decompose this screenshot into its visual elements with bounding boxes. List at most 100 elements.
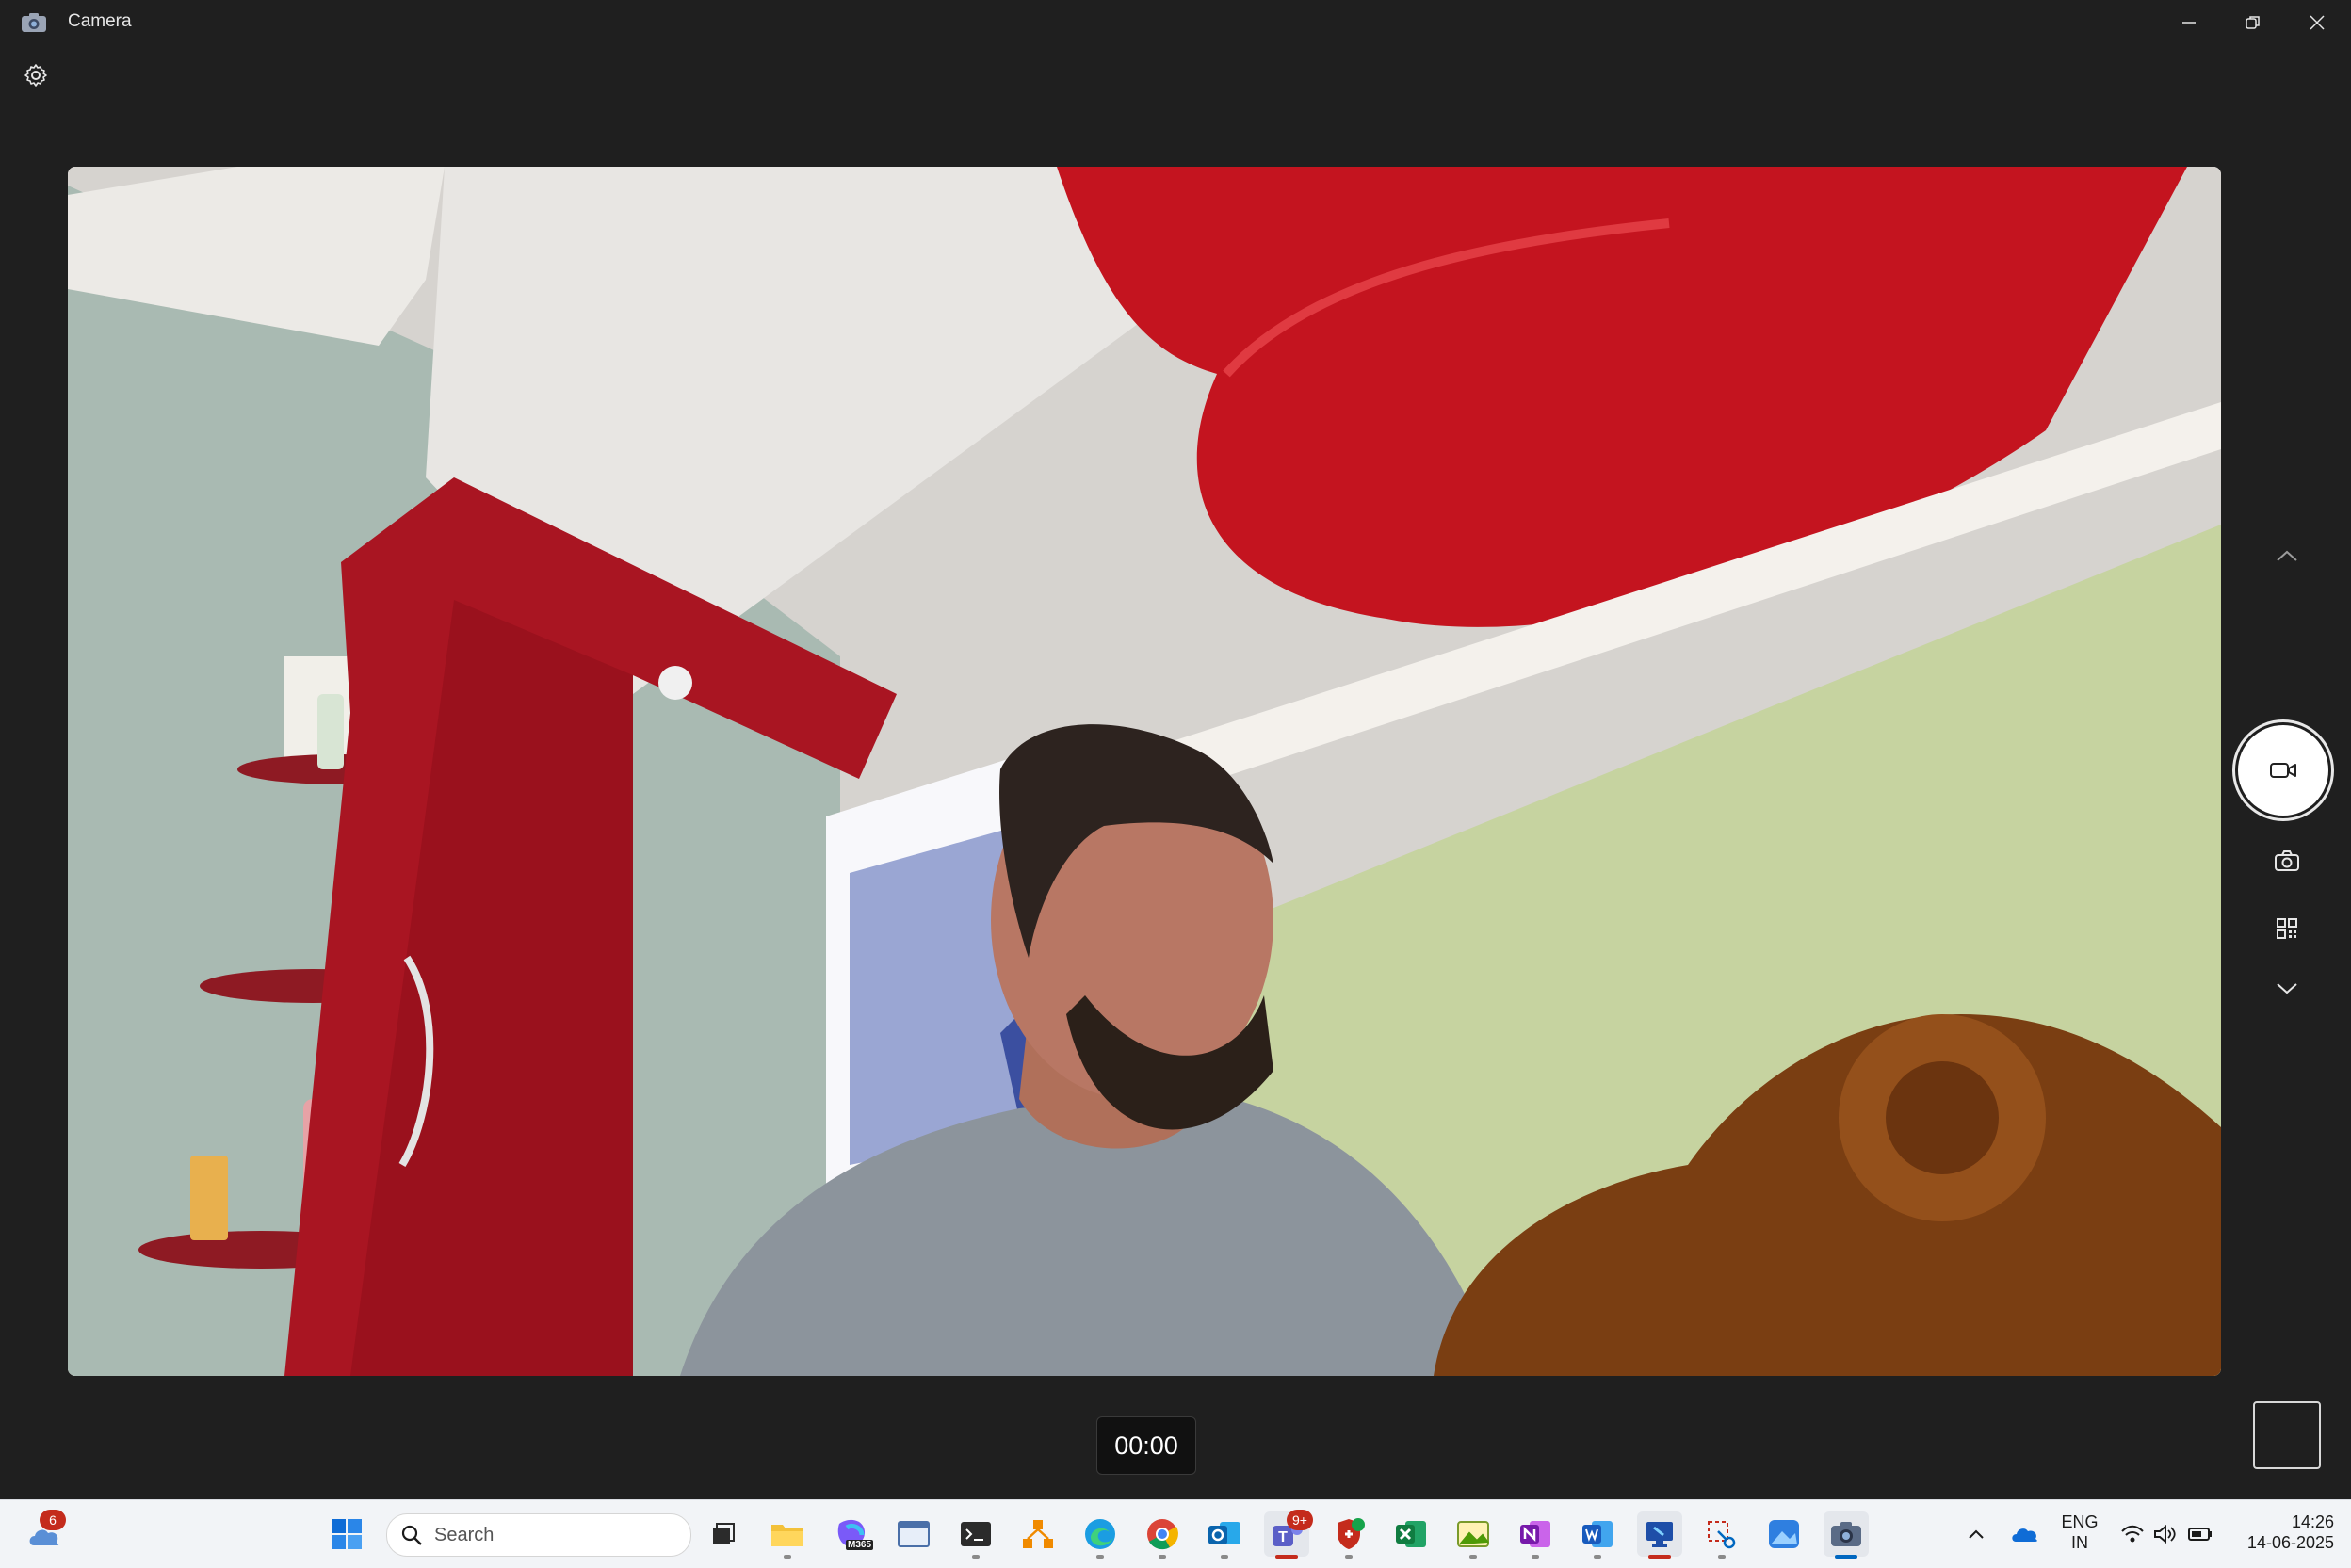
shield-icon — [1338, 1518, 1365, 1549]
running-indicator — [972, 1555, 980, 1559]
onenote-icon — [1520, 1521, 1550, 1547]
microsoft-365-app[interactable]: M365 — [829, 1511, 874, 1557]
start-button[interactable] — [324, 1511, 369, 1557]
running-indicator — [1345, 1555, 1353, 1559]
chrome-browser-app[interactable] — [1140, 1511, 1185, 1559]
taskbar: 6 Search M365 T 9+ ENG IN 14:26 14-06-20… — [0, 1499, 2351, 1568]
running-indicator — [1275, 1555, 1298, 1559]
language-indicator[interactable]: ENG IN — [2059, 1511, 2100, 1553]
running-indicator — [1532, 1555, 1539, 1559]
weather-widget[interactable]: 6 — [23, 1510, 68, 1557]
camera-preview — [68, 167, 2221, 1376]
window-app[interactable] — [891, 1511, 936, 1557]
close-button[interactable] — [2285, 0, 2349, 45]
restore-button[interactable] — [2221, 0, 2285, 45]
scroll-up-button[interactable] — [2268, 539, 2306, 573]
teams-app[interactable]: T 9+ — [1264, 1510, 1313, 1559]
minimize-icon — [2182, 22, 2196, 24]
folder-icon — [771, 1525, 803, 1546]
chevron-down-icon — [2277, 983, 2297, 994]
video-camera-icon — [2270, 763, 2296, 778]
photos-app[interactable] — [1761, 1511, 1807, 1557]
remote-desktop-icon — [1646, 1522, 1673, 1547]
remote-desktop-app[interactable] — [1637, 1511, 1682, 1559]
running-indicator — [1221, 1555, 1228, 1559]
search-placeholder: Search — [434, 1525, 495, 1545]
language-secondary: IN — [2071, 1533, 2088, 1552]
word-app[interactable] — [1575, 1511, 1620, 1559]
speaker-icon — [2154, 1524, 2176, 1544]
clock[interactable]: 14:26 14-06-2025 — [2225, 1511, 2334, 1553]
qr-code-icon — [2277, 918, 2297, 939]
camera-app-icon — [21, 11, 47, 39]
title-bar: Camera — [0, 0, 2351, 45]
clock-date: 14-06-2025 — [2246, 1533, 2334, 1552]
snipping-tool-app[interactable] — [1699, 1511, 1744, 1559]
minimize-button[interactable] — [2157, 0, 2221, 45]
outlook-app[interactable] — [1202, 1511, 1247, 1559]
word-icon — [1582, 1521, 1613, 1547]
chrome-icon — [1147, 1519, 1178, 1550]
taskbar-search[interactable]: Search — [386, 1513, 691, 1557]
show-hidden-icons-button[interactable] — [1959, 1511, 1993, 1557]
app-window-icon — [898, 1521, 930, 1547]
excel-app[interactable] — [1388, 1511, 1434, 1557]
window-title: Camera — [68, 11, 132, 31]
running-indicator — [1096, 1555, 1104, 1559]
scroll-down-button[interactable] — [2268, 972, 2306, 1006]
running-indicator — [1648, 1555, 1671, 1559]
network-tool-app[interactable] — [1015, 1511, 1061, 1557]
record-video-button[interactable] — [2238, 725, 2328, 816]
snipping-icon — [1708, 1521, 1736, 1549]
onenote-app[interactable] — [1513, 1511, 1558, 1559]
diagram-icon — [1023, 1520, 1053, 1548]
m365-label: M365 — [846, 1540, 874, 1550]
battery-icon — [2188, 1528, 2212, 1541]
qr-scanner-button[interactable] — [2266, 910, 2308, 947]
excel-icon — [1396, 1521, 1426, 1547]
outlook-icon — [1208, 1522, 1240, 1544]
running-indicator — [1159, 1555, 1166, 1559]
running-indicator — [1718, 1555, 1726, 1559]
security-app[interactable] — [1326, 1511, 1371, 1559]
battery-button[interactable] — [2183, 1511, 2217, 1557]
wifi-icon — [2121, 1525, 2144, 1543]
camera-feed-image — [68, 167, 2221, 1376]
running-indicator — [1469, 1555, 1477, 1559]
edge-browser-app[interactable] — [1078, 1511, 1123, 1559]
restore-icon — [2246, 16, 2260, 29]
edge-icon — [1085, 1519, 1115, 1549]
language-primary: ENG — [2061, 1512, 2099, 1531]
image-app[interactable] — [1451, 1511, 1496, 1559]
volume-button[interactable] — [2148, 1511, 2181, 1557]
recording-timer: 00:00 — [1096, 1416, 1196, 1475]
camera-app-taskbar-icon — [1831, 1522, 1861, 1546]
terminal-icon — [961, 1522, 991, 1546]
photo-mode-button[interactable] — [2266, 842, 2308, 880]
camera-taskbar-app[interactable] — [1824, 1511, 1869, 1559]
task-view-icon — [713, 1523, 735, 1544]
active-indicator — [1835, 1555, 1857, 1559]
terminal-app[interactable] — [953, 1511, 998, 1559]
gear-icon — [24, 64, 47, 87]
file-explorer-app[interactable] — [765, 1511, 810, 1559]
onedrive-cloud-icon — [2012, 1528, 2037, 1542]
running-indicator — [1594, 1555, 1601, 1559]
clock-time: 14:26 — [2291, 1512, 2334, 1531]
search-icon — [401, 1525, 422, 1545]
last-capture-thumbnail[interactable] — [2253, 1401, 2321, 1469]
task-view-button[interactable] — [701, 1511, 746, 1557]
network-button[interactable] — [2116, 1511, 2149, 1557]
windows-logo-icon — [332, 1519, 362, 1549]
chevron-up-icon — [1969, 1529, 1984, 1539]
picture-icon — [1457, 1521, 1489, 1547]
settings-button[interactable] — [19, 58, 53, 92]
chevron-up-icon — [2277, 550, 2297, 561]
close-icon — [2310, 15, 2325, 30]
photos-icon — [1769, 1520, 1799, 1548]
running-indicator — [784, 1555, 791, 1559]
svg-text:T: T — [1278, 1529, 1288, 1545]
weather-badge: 6 — [40, 1510, 66, 1530]
onedrive-button[interactable] — [2004, 1511, 2046, 1557]
camera-icon — [2275, 850, 2299, 871]
